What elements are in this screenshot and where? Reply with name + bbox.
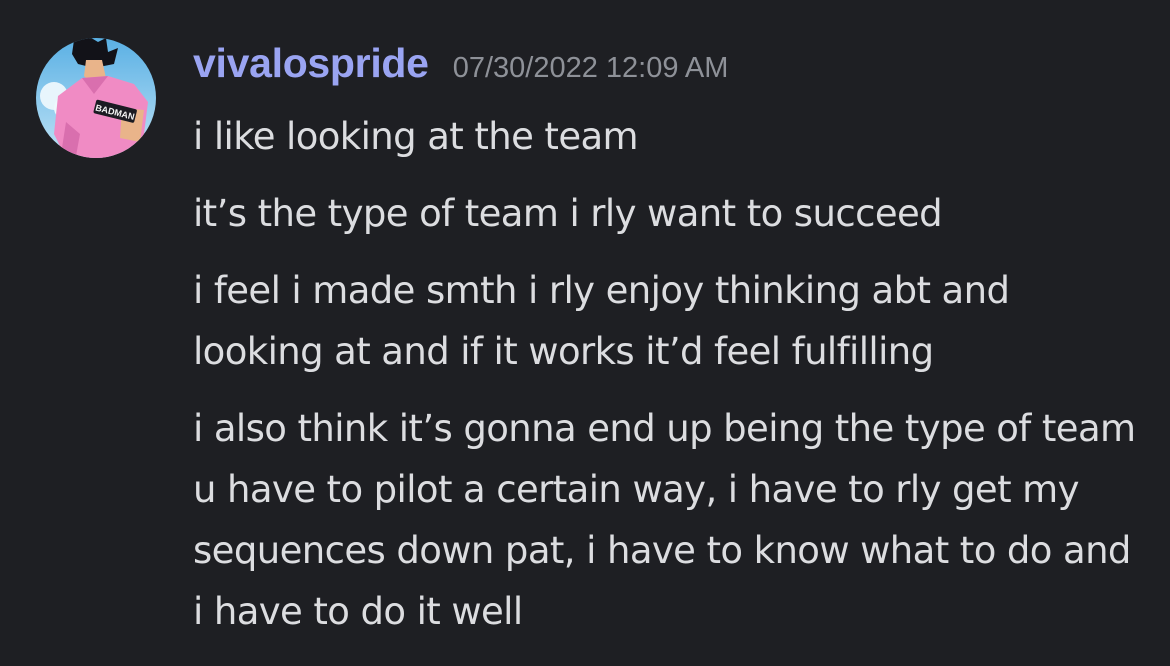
username[interactable]: vivalospride [193,40,429,87]
timestamp[interactable]: 07/30/2022 12:09 AM [453,52,729,85]
message-line: i feel i made smth i rly enjoy thinking … [193,269,1010,373]
message-content: i like looking at the team it’s the type… [193,106,1143,658]
chat-message: BADMAN vivalospride 07/30/2022 12:09 AM … [0,0,1170,666]
message-line: i also think it’s gonna end up being the… [193,407,1136,633]
message-line: i like looking at the team [193,115,639,158]
message-line: it’s the type of team i rly want to succ… [193,192,943,235]
avatar[interactable]: BADMAN [36,38,156,158]
avatar-image: BADMAN [36,38,156,158]
message-header: vivalospride 07/30/2022 12:09 AM [193,40,728,96]
